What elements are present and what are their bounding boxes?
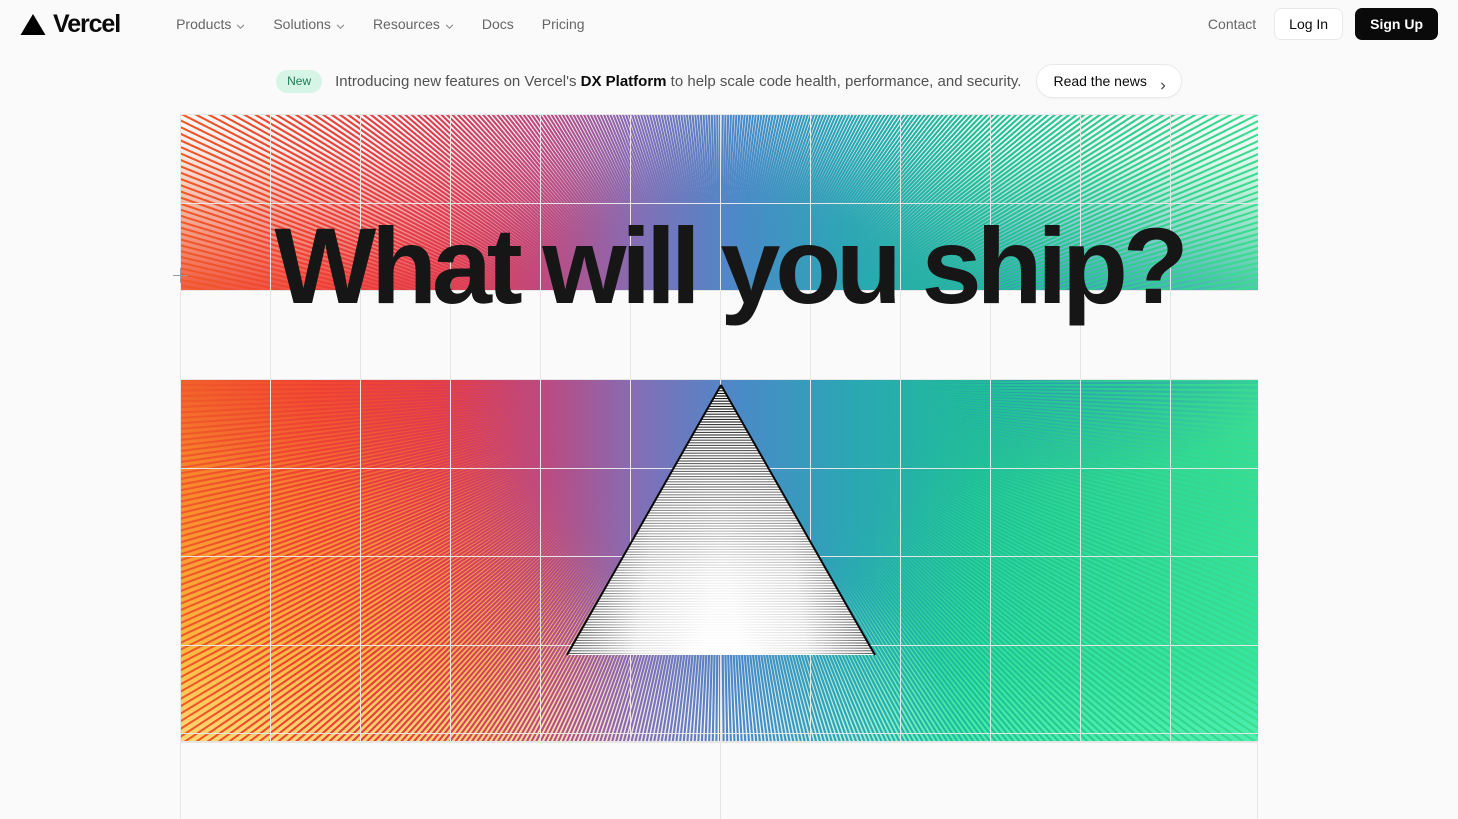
read-the-news-button[interactable]: Read the news [1036,64,1182,98]
nav-label-docs: Docs [481,16,514,32]
chevron-down-icon [236,19,245,29]
vercel-logo-home-link[interactable]: Vercel [20,9,121,38]
login-button[interactable]: Log In [1274,8,1344,40]
announcement-content: New Introducing new features on Vercel's… [276,64,1182,98]
vercel-triangle-logo-icon [20,13,46,36]
nav-item-resources[interactable]: Resources [359,11,468,37]
crosshair-marker-icon [173,268,188,283]
main-navigation: Products Solutions Resources Docs Pricin… [162,11,598,37]
nav-label-products: Products [176,16,232,32]
status-badge-new: New [276,69,323,93]
announcement-text: Introducing new features on Vercel's DX … [335,73,1021,90]
nav-item-docs[interactable]: Docs [468,11,528,37]
below-canvas-guides [180,742,1258,819]
nav-label-resources: Resources [372,16,440,32]
nav-item-products[interactable]: Products [162,11,259,37]
prism-triangle [565,383,877,657]
site-header: Vercel Products Solutions Resources Docs… [0,0,1458,48]
signup-button[interactable]: Sign Up [1355,8,1438,40]
announcement-text-before: Introducing new features on Vercel's [335,72,581,90]
announcement-text-strong: DX Platform [580,72,667,90]
chevron-right-icon [1159,77,1167,90]
nav-item-solutions[interactable]: Solutions [259,11,359,37]
headline-backdrop-band [180,290,1258,379]
prism-light-refraction-graphic [180,114,1258,742]
chevron-down-icon [445,19,454,29]
announcement-bar: New Introducing new features on Vercel's… [0,48,1458,114]
header-actions: Contact Log In Sign Up [1202,8,1438,40]
read-the-news-label: Read the news [1053,73,1147,89]
announcement-text-after: to help scale code health, performance, … [666,72,1022,90]
contact-link[interactable]: Contact [1202,11,1262,37]
brand-name: Vercel [53,9,121,38]
nav-item-pricing[interactable]: Pricing [528,11,599,37]
chevron-down-icon [336,19,345,29]
nav-label-pricing: Pricing [541,16,585,32]
nav-label-solutions: Solutions [273,16,331,32]
hero-section: What will you ship? [0,114,1458,819]
